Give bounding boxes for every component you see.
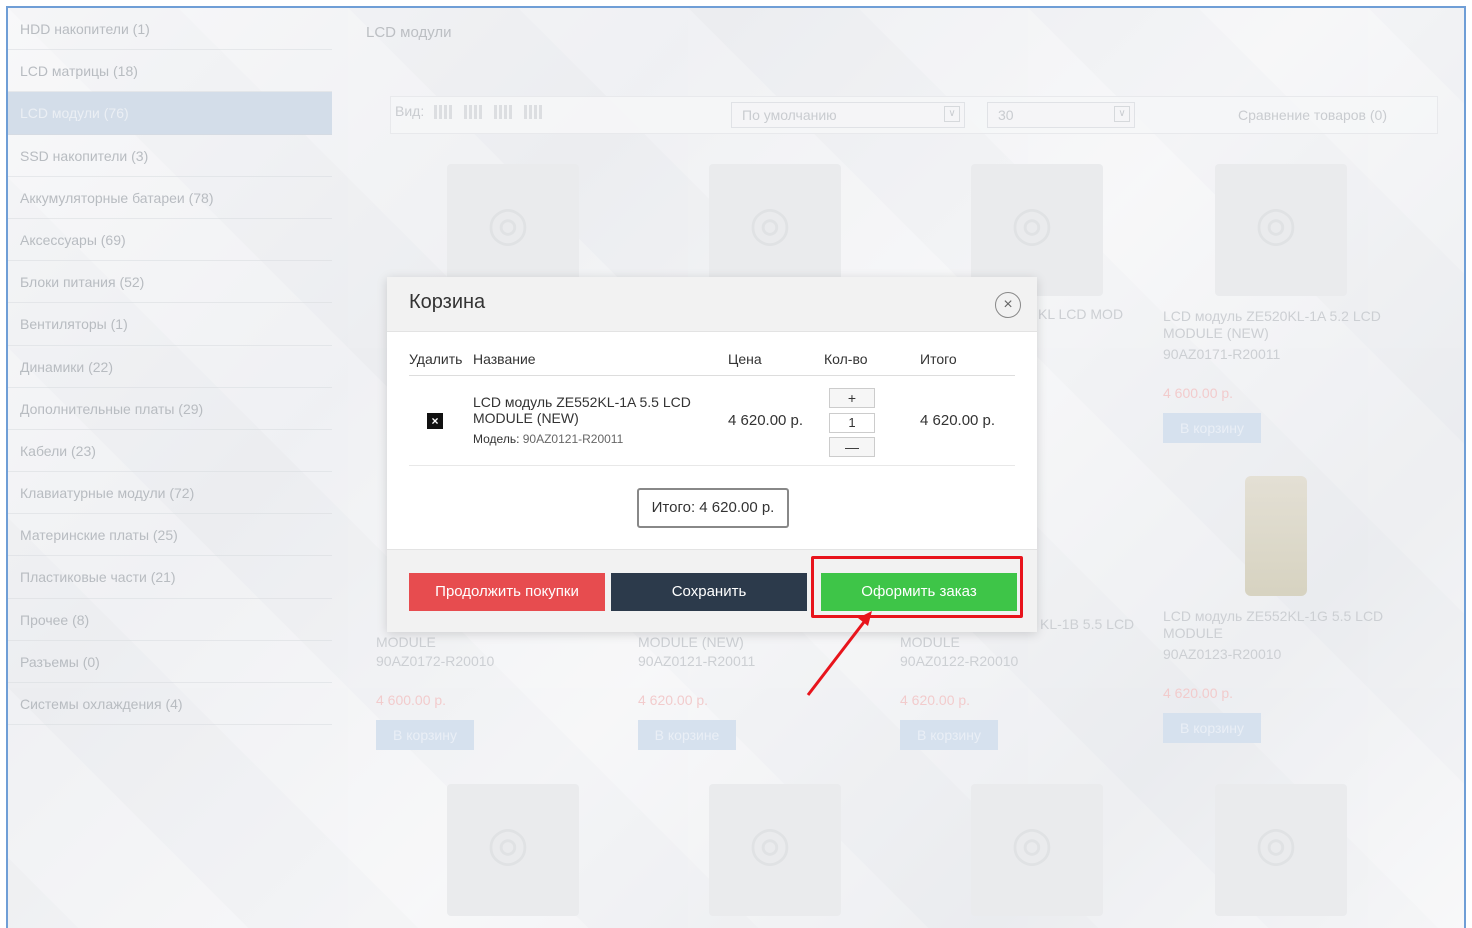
model-label: Модель: bbox=[473, 432, 520, 446]
divider bbox=[409, 375, 1015, 376]
qty-plus-button[interactable]: + bbox=[829, 388, 875, 408]
divider bbox=[409, 465, 1015, 466]
cart-item-price: 4 620.00 р. bbox=[728, 412, 804, 429]
cart-item-name[interactable]: LCD модуль ZE552KL-1A 5.5 LCD MODULE (NE… bbox=[473, 394, 723, 426]
column-header-delete: Удалить bbox=[409, 351, 463, 367]
highlight-box bbox=[811, 556, 1023, 618]
save-button[interactable]: Сохранить bbox=[611, 573, 807, 611]
delete-icon[interactable]: × bbox=[427, 413, 443, 429]
qty-input[interactable]: 1 bbox=[829, 413, 875, 433]
column-header-name: Название bbox=[473, 351, 536, 367]
cart-sum-total: Итого: 4 620.00 р. bbox=[637, 488, 789, 528]
cart-item-total: 4 620.00 р. bbox=[920, 412, 996, 429]
column-header-qty: Кол-во bbox=[824, 351, 868, 367]
continue-shopping-button[interactable]: Продолжить покупки bbox=[409, 573, 605, 611]
qty-minus-button[interactable]: — bbox=[829, 437, 875, 457]
model-value: 90AZ0121-R20011 bbox=[522, 432, 624, 446]
modal-title: Корзина bbox=[409, 291, 486, 313]
modal-header: Корзина × bbox=[387, 277, 1037, 332]
column-header-price: Цена bbox=[728, 351, 762, 367]
cart-item-model: Модель: 90AZ0121-R20011 bbox=[473, 432, 623, 446]
close-icon[interactable]: × bbox=[995, 292, 1021, 318]
column-header-total: Итого bbox=[920, 351, 957, 367]
